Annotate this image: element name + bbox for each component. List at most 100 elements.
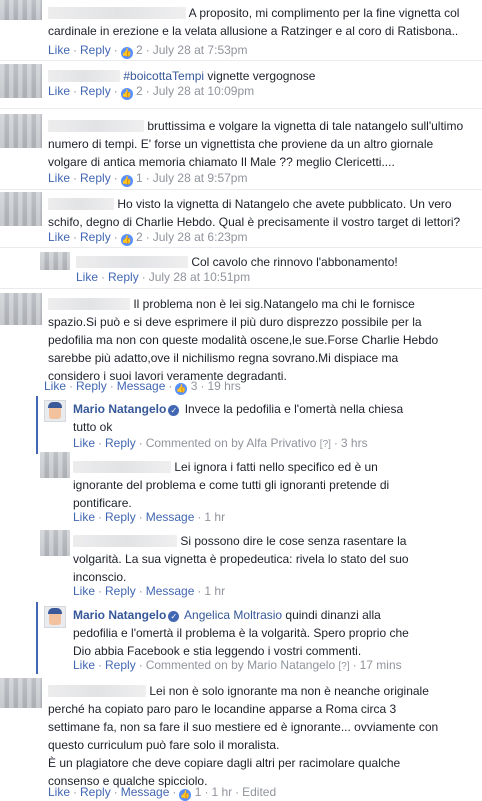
thumbs-up-icon[interactable]: 👍 xyxy=(120,234,133,246)
comment-text: Il problema non è lei sig.Natangelo ma c… xyxy=(48,297,439,383)
reply-text: Mario Natangelo ✓ Invece la pedofilia e l… xyxy=(73,402,404,434)
like-count[interactable]: 2 xyxy=(136,230,143,244)
help-link[interactable]: [?] xyxy=(320,437,331,453)
avatar[interactable] xyxy=(0,293,42,325)
avatar[interactable] xyxy=(0,114,42,148)
timestamp[interactable]: July 28 at 9:57pm xyxy=(153,171,248,185)
timestamp[interactable]: July 28 at 10:09pm xyxy=(153,84,254,98)
like-link[interactable]: Like xyxy=(73,510,95,524)
reply-actions: Like · Reply · Commented on by Alfa Privativ… xyxy=(73,435,368,453)
commented-on-by: Commented on by Alfa Privativo xyxy=(145,436,317,450)
redacted-name xyxy=(48,7,186,19)
like-count[interactable]: 1 xyxy=(195,785,202,799)
thumbs-up-icon[interactable]: 👍 xyxy=(179,789,192,801)
redacted-name xyxy=(48,70,120,82)
verified-check-icon: ✓ xyxy=(168,611,180,622)
thumbs-up-icon[interactable]: 👍 xyxy=(175,383,188,395)
like-link[interactable]: Like xyxy=(48,230,70,244)
reply-link[interactable]: Reply xyxy=(108,270,139,284)
comment-actions: Like · Reply · Message · 👍 3 · 19 hrs xyxy=(44,379,241,395)
reply-text: Si possono dire le cose senza rasentare … xyxy=(73,534,409,584)
timestamp[interactable]: 1 hr xyxy=(204,510,225,524)
thumbs-up-icon[interactable]: 👍 xyxy=(120,175,133,187)
redacted-name xyxy=(48,120,144,132)
avatar[interactable] xyxy=(40,252,70,270)
reply-link[interactable]: Reply xyxy=(105,510,136,524)
commented-on-by: Commented on by Mario Natangelo xyxy=(145,658,336,672)
reply-actions: Like · Reply · Message · 1 hr xyxy=(73,584,226,598)
comments-panel: A proposito, mi complimento per la fine … xyxy=(0,0,482,801)
redacted-name xyxy=(48,298,130,310)
reply-link[interactable]: Reply xyxy=(105,658,136,672)
redacted-name xyxy=(73,535,177,547)
reply-actions: Like · Reply · Message · 👍 1 · 1 hr · Edited xyxy=(48,785,277,801)
author-name[interactable]: Mario Natangelo xyxy=(73,608,166,622)
timestamp[interactable]: 17 mins xyxy=(360,658,402,672)
like-link[interactable]: Like xyxy=(44,379,66,393)
reply-text: Lei ignora i fatti nello specifico ed è … xyxy=(73,460,390,510)
like-count[interactable]: 2 xyxy=(136,84,143,98)
like-count[interactable]: 3 xyxy=(191,379,198,393)
like-link[interactable]: Like xyxy=(73,436,95,450)
like-link[interactable]: Like xyxy=(73,658,95,672)
avatar[interactable] xyxy=(40,452,70,478)
reply-link[interactable]: Reply xyxy=(80,785,111,799)
message-link[interactable]: Message xyxy=(117,379,166,393)
reply-link[interactable]: Reply xyxy=(105,584,136,598)
avatar[interactable] xyxy=(40,530,70,556)
avatar[interactable] xyxy=(0,0,42,20)
avatar[interactable] xyxy=(44,606,66,628)
like-link[interactable]: Like xyxy=(48,43,70,57)
reply-link[interactable]: Reply xyxy=(80,43,111,57)
reply-text: Lei non è solo ignorante ma non è neanch… xyxy=(48,684,439,788)
tagged-user-link[interactable]: Angelica Moltrasio xyxy=(184,608,282,622)
comment-actions: Like · Reply · July 28 at 10:51pm xyxy=(76,270,251,284)
edited-link[interactable]: Edited xyxy=(242,785,276,799)
timestamp[interactable]: 19 hrs xyxy=(207,379,240,393)
avatar[interactable] xyxy=(0,64,42,98)
help-link[interactable]: [?] xyxy=(338,659,349,675)
reply-link[interactable]: Reply xyxy=(80,230,111,244)
reply-link[interactable]: Reply xyxy=(105,436,136,450)
like-link[interactable]: Like xyxy=(48,84,70,98)
hashtag-link[interactable]: #boicottaTempi xyxy=(123,69,204,83)
message-link[interactable]: Message xyxy=(146,584,195,598)
thumbs-up-icon[interactable]: 👍 xyxy=(120,47,133,59)
like-link[interactable]: Like xyxy=(76,270,98,284)
timestamp[interactable]: July 28 at 7:53pm xyxy=(153,43,248,57)
timestamp[interactable]: July 28 at 6:23pm xyxy=(153,230,248,244)
comment-actions: Like · Reply · 👍 1 · July 28 at 9:57pm xyxy=(48,171,248,187)
message-link[interactable]: Message xyxy=(121,785,170,799)
reply-highlight-bar xyxy=(36,396,38,454)
like-link[interactable]: Like xyxy=(48,785,70,799)
author-name[interactable]: Mario Natangelo xyxy=(73,402,166,416)
verified-check-icon: ✓ xyxy=(168,405,180,416)
comment-actions: Like · Reply · 👍 2 · July 28 at 6:23pm xyxy=(48,230,248,246)
timestamp[interactable]: 1 hr xyxy=(204,584,225,598)
thumbs-up-icon[interactable]: 👍 xyxy=(120,88,133,100)
redacted-name xyxy=(73,461,171,473)
reply-link[interactable]: Reply xyxy=(80,84,111,98)
reply-highlight-bar xyxy=(36,602,38,674)
timestamp[interactable]: 1 hr xyxy=(211,785,232,799)
avatar[interactable] xyxy=(0,678,42,708)
like-link[interactable]: Like xyxy=(48,171,70,185)
timestamp[interactable]: 3 hrs xyxy=(341,436,368,450)
like-count[interactable]: 2 xyxy=(136,43,143,57)
comment-text: A proposito, mi complimento per la fine … xyxy=(48,6,460,38)
timestamp[interactable]: July 28 at 10:51pm xyxy=(149,270,250,284)
comment-actions: Like · Reply · 👍 2 · July 28 at 7:53pm xyxy=(48,43,248,59)
reply-link[interactable]: Reply xyxy=(76,379,107,393)
redacted-name xyxy=(48,198,114,210)
like-link[interactable]: Like xyxy=(73,584,95,598)
like-count[interactable]: 1 xyxy=(136,171,143,185)
reply-link[interactable]: Reply xyxy=(80,171,111,185)
comment-actions: Like · Reply · 👍 2 · July 28 at 10:09pm xyxy=(48,84,255,100)
reply-actions: Like · Reply · Commented on by Mario Natange… xyxy=(73,657,402,675)
message-link[interactable]: Message xyxy=(146,510,195,524)
avatar[interactable] xyxy=(44,400,66,422)
reply-actions: Like · Reply · Message · 1 hr xyxy=(73,510,226,524)
comment-text: Ho visto la vignetta di Natangelo che av… xyxy=(48,197,461,229)
comment-text: bruttissima e volgare la vignetta di tal… xyxy=(48,119,464,169)
avatar[interactable] xyxy=(0,192,42,226)
